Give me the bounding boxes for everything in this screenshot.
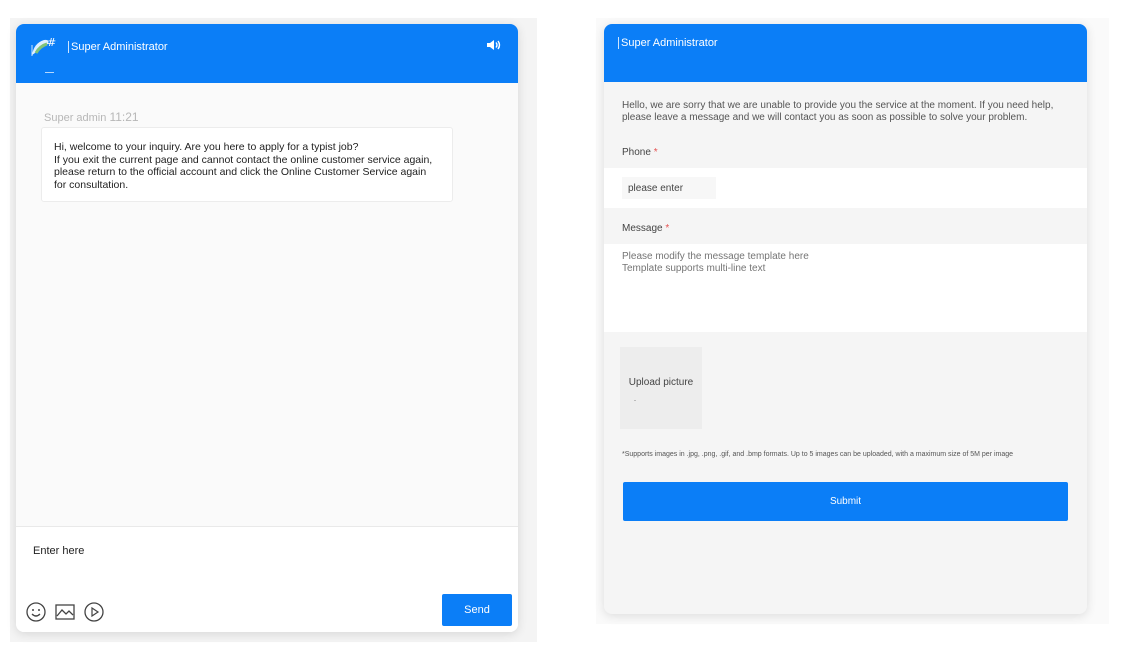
message-sender: Super admin [44, 112, 107, 124]
upload-dot [634, 400, 636, 401]
avatar-logo-icon: # [31, 36, 56, 56]
chat-window: # Super Administrator Super admin 11:21 … [16, 24, 518, 632]
message-row [604, 244, 1087, 332]
video-icon[interactable] [83, 601, 105, 623]
chat-header-title: Super Administrator [68, 41, 168, 53]
required-mark: * [653, 147, 658, 158]
logo-underline [45, 72, 54, 73]
chat-header: # Super Administrator [16, 24, 518, 83]
upload-support-note: *Supports images in .jpg, .png, .gif, an… [622, 451, 1014, 458]
phone-input[interactable] [622, 177, 716, 199]
form-header-title: Super Administrator [618, 37, 718, 49]
message-label: Message * [622, 223, 669, 234]
leave-message-window: Super Administrator Hello, we are sorry … [604, 24, 1087, 614]
message-bubble: Hi, welcome to your inquiry. Are you her… [41, 127, 453, 202]
title-separator [68, 41, 69, 53]
svg-text:#: # [47, 36, 56, 49]
message-label-text: Message [622, 223, 663, 234]
form-title-text: Super Administrator [621, 37, 718, 49]
message-textarea[interactable] [622, 251, 1072, 321]
chat-input[interactable] [33, 541, 493, 561]
message-time: 11:21 [109, 110, 139, 124]
submit-button[interactable]: Submit [623, 482, 1068, 521]
emoji-icon[interactable] [25, 601, 47, 623]
notice-text: Hello, we are sorry that we are unable t… [622, 100, 1054, 123]
phone-label-text: Phone [622, 147, 651, 158]
title-separator [618, 37, 619, 49]
upload-picture-button[interactable]: Upload picture [620, 347, 702, 429]
required-mark: * [665, 223, 670, 234]
phone-label: Phone * [622, 147, 658, 158]
image-icon[interactable] [54, 601, 76, 623]
chat-composer: Send [16, 526, 518, 632]
form-header: Super Administrator [604, 24, 1087, 82]
phone-row [604, 168, 1087, 208]
upload-label: Upload picture [628, 377, 694, 388]
speaker-icon[interactable] [486, 38, 502, 52]
chat-title-text: Super Administrator [71, 41, 168, 53]
send-button[interactable]: Send [442, 594, 512, 626]
message-meta: Super admin 11:21 [44, 110, 139, 124]
